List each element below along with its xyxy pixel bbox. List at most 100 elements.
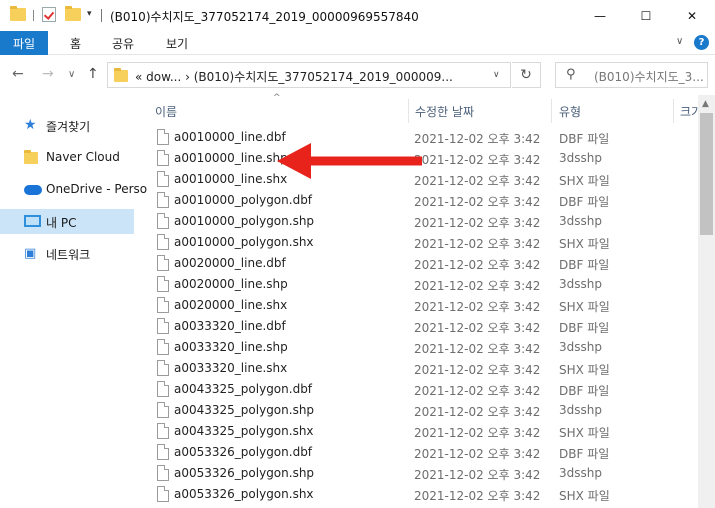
- address-bar[interactable]: « dow... › (B010)수치지도_377052174_2019_000…: [107, 62, 511, 88]
- file-type: SHX 파일: [559, 174, 610, 188]
- column-divider[interactable]: [551, 99, 552, 123]
- file-name: a0020000_line.dbf: [174, 256, 286, 270]
- file-type: SHX 파일: [559, 237, 610, 251]
- tab-home[interactable]: 홈: [70, 35, 81, 52]
- file-name: a0010000_line.shp: [174, 151, 288, 165]
- navigation-pane: ★ 즐겨찾기 Naver Cloud OneDrive - Perso 내 PC…: [0, 95, 147, 508]
- file-name: a0033320_line.shx: [174, 361, 288, 375]
- file-icon: [157, 255, 169, 271]
- file-row[interactable]: a0043325_polygon.dbf 2021-12-02 오후 3:42 DB…: [143, 379, 698, 400]
- file-list: a0010000_line.dbf 2021-12-02 오후 3:42 DBF 파…: [143, 127, 698, 508]
- file-type: DBF 파일: [559, 384, 610, 398]
- file-type: DBF 파일: [559, 132, 610, 146]
- file-name: a0053326_polygon.shp: [174, 466, 315, 480]
- file-row[interactable]: a0020000_line.dbf 2021-12-02 오후 3:42 DBF 파…: [143, 253, 698, 274]
- file-row[interactable]: a0053326_polygon.shp 2021-12-02 오후 3:42 3d…: [143, 463, 698, 484]
- annotation-arrow-icon: [277, 143, 422, 179]
- file-modified-date: 2021-12-02 오후 3:42: [414, 426, 541, 440]
- vertical-scrollbar[interactable]: ▲: [698, 95, 715, 508]
- file-row[interactable]: a0043325_polygon.shx 2021-12-02 오후 3:42 SH…: [143, 421, 698, 442]
- file-row[interactable]: a0020000_line.shp 2021-12-02 오후 3:42 3dssh…: [143, 274, 698, 295]
- column-header: ^ 이름 수정한 날짜 유형 크기: [143, 93, 702, 123]
- scroll-up-icon[interactable]: ▲: [702, 99, 709, 109]
- tab-view[interactable]: 보기: [166, 35, 188, 52]
- file-name: a0043325_polygon.shp: [174, 403, 315, 417]
- address-dropdown-icon[interactable]: ∨: [493, 70, 500, 80]
- file-modified-date: 2021-12-02 오후 3:42: [414, 195, 541, 209]
- search-box[interactable]: ⚲ (B010)수치지도_3...: [555, 62, 708, 88]
- file-name: a0020000_line.shx: [174, 298, 288, 312]
- maximize-button[interactable]: ☐: [623, 0, 669, 31]
- nav-item-quick-access[interactable]: ★ 즐겨찾기: [0, 113, 134, 138]
- file-icon: [157, 297, 169, 313]
- folder-icon[interactable]: [10, 6, 26, 21]
- ribbon-tab-bar: 파일 홈 공유 보기 ∨ ?: [0, 31, 715, 55]
- file-modified-date: 2021-12-02 오후 3:42: [414, 405, 541, 419]
- file-icon: [157, 150, 169, 166]
- tab-file[interactable]: 파일: [0, 31, 48, 55]
- file-row[interactable]: a0020000_line.shx 2021-12-02 오후 3:42 SHX 파…: [143, 295, 698, 316]
- file-row[interactable]: a0053326_polygon.dbf 2021-12-02 오후 3:42 DB…: [143, 442, 698, 463]
- file-modified-date: 2021-12-02 오후 3:42: [414, 321, 541, 335]
- file-name: a0010000_polygon.shp: [174, 214, 315, 228]
- nav-item-label: 내 PC: [46, 216, 77, 230]
- nav-item-network[interactable]: ▣ 네트워크: [0, 241, 134, 266]
- forward-arrow-icon[interactable]: →: [42, 66, 54, 82]
- customize-quick-access-dropdown-icon[interactable]: ▾: [87, 9, 92, 19]
- file-row[interactable]: a0033320_line.dbf 2021-12-02 오후 3:42 DBF 파…: [143, 316, 698, 337]
- window-title: (B010)수치지도_377052174_2019_00000969557840: [110, 10, 419, 24]
- column-divider[interactable]: [673, 99, 674, 123]
- file-name: a0010000_polygon.dbf: [174, 193, 313, 207]
- nav-item-onedrive[interactable]: OneDrive - Perso: [0, 177, 147, 202]
- file-type: 3dsshp: [559, 340, 602, 354]
- file-icon: [157, 318, 169, 334]
- close-button[interactable]: ✕: [669, 0, 715, 31]
- folder-icon: [114, 68, 128, 82]
- search-icon: ⚲: [566, 67, 576, 82]
- file-modified-date: 2021-12-02 오후 3:42: [414, 384, 541, 398]
- file-icon: [157, 423, 169, 439]
- address-path[interactable]: « dow... › (B010)수치지도_377052174_2019_000…: [135, 68, 453, 85]
- network-icon: ▣: [24, 246, 37, 261]
- file-modified-date: 2021-12-02 오후 3:42: [414, 363, 541, 377]
- nav-item-naver-cloud[interactable]: Naver Cloud: [0, 145, 134, 170]
- back-arrow-icon[interactable]: ←: [12, 66, 24, 82]
- refresh-icon[interactable]: ↻: [512, 62, 541, 88]
- file-row[interactable]: a0010000_polygon.dbf 2021-12-02 오후 3:42 DB…: [143, 190, 698, 211]
- file-modified-date: 2021-12-02 오후 3:42: [414, 447, 541, 461]
- tab-share[interactable]: 공유: [112, 35, 134, 52]
- file-type: SHX 파일: [559, 363, 610, 377]
- file-name: a0020000_line.shp: [174, 277, 288, 291]
- column-header-date[interactable]: 수정한 날짜: [415, 103, 474, 120]
- file-modified-date: 2021-12-02 오후 3:42: [414, 216, 541, 230]
- file-modified-date: 2021-12-02 오후 3:42: [414, 258, 541, 272]
- new-folder-icon[interactable]: [65, 6, 81, 21]
- file-row[interactable]: a0010000_polygon.shp 2021-12-02 오후 3:42 3d…: [143, 211, 698, 232]
- help-icon[interactable]: ?: [694, 35, 709, 50]
- file-type: DBF 파일: [559, 195, 610, 209]
- nav-item-this-pc[interactable]: 내 PC: [0, 209, 134, 234]
- file-row[interactable]: a0053326_polygon.shx 2021-12-02 오후 3:42 SH…: [143, 484, 698, 505]
- file-name: a0033320_line.dbf: [174, 319, 286, 333]
- minimize-button[interactable]: —: [577, 0, 623, 31]
- star-icon: ★: [24, 117, 37, 133]
- column-header-name[interactable]: 이름: [155, 103, 177, 120]
- file-modified-date: 2021-12-02 오후 3:42: [414, 468, 541, 482]
- file-type: 3dsshp: [559, 214, 602, 228]
- cloud-icon: [24, 185, 42, 195]
- file-type: DBF 파일: [559, 258, 610, 272]
- column-divider[interactable]: [408, 99, 409, 123]
- up-arrow-icon[interactable]: ↑: [87, 66, 99, 82]
- scrollbar-thumb[interactable]: [700, 113, 713, 235]
- file-modified-date: 2021-12-02 오후 3:42: [414, 132, 541, 146]
- expand-ribbon-icon[interactable]: ∨: [676, 36, 683, 47]
- file-row[interactable]: a0010000_polygon.shx 2021-12-02 오후 3:42 SH…: [143, 232, 698, 253]
- properties-check-icon[interactable]: [42, 7, 56, 22]
- file-row[interactable]: a0043325_polygon.shp 2021-12-02 오후 3:42 3d…: [143, 400, 698, 421]
- column-header-type[interactable]: 유형: [559, 103, 581, 120]
- recent-locations-chevron-icon[interactable]: ∨: [68, 69, 75, 80]
- file-row[interactable]: a0033320_line.shx 2021-12-02 오후 3:42 SHX 파…: [143, 358, 698, 379]
- file-icon: [157, 276, 169, 292]
- file-row[interactable]: a0033320_line.shp 2021-12-02 오후 3:42 3dssh…: [143, 337, 698, 358]
- quick-access-separator: [33, 10, 34, 21]
